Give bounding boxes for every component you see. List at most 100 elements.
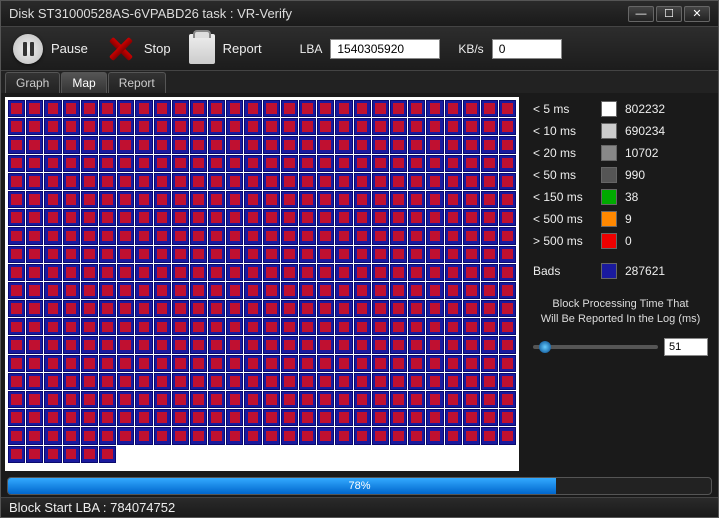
block-cell xyxy=(299,118,316,135)
block-cell xyxy=(99,336,116,353)
block-cell xyxy=(499,318,516,335)
block-cell xyxy=(117,264,134,281)
block-cell xyxy=(172,136,189,153)
block-cell xyxy=(445,318,462,335)
block-cell xyxy=(445,391,462,408)
block-cell xyxy=(463,282,480,299)
maximize-button[interactable]: ☐ xyxy=(656,6,682,22)
block-cell xyxy=(445,136,462,153)
block-cell xyxy=(208,300,225,317)
block-cell xyxy=(499,118,516,135)
block-cell xyxy=(281,246,298,263)
block-cell xyxy=(281,318,298,335)
block-cell xyxy=(190,373,207,390)
block-cell xyxy=(81,209,98,226)
block-cell xyxy=(408,118,425,135)
block-cell xyxy=(154,100,171,117)
block-cell xyxy=(63,300,80,317)
log-threshold-slider[interactable] xyxy=(533,345,658,349)
block-cell xyxy=(445,427,462,444)
block-cell xyxy=(408,409,425,426)
tab-map[interactable]: Map xyxy=(61,72,106,93)
block-cell xyxy=(335,246,352,263)
report-button[interactable]: Report xyxy=(189,34,262,64)
block-cell xyxy=(463,100,480,117)
block-cell xyxy=(81,136,98,153)
status-text: Block Start LBA : 784074752 xyxy=(9,500,175,515)
block-cell xyxy=(99,246,116,263)
stop-button[interactable]: Stop xyxy=(106,34,171,64)
block-cell xyxy=(426,264,443,281)
block-cell xyxy=(190,173,207,190)
block-cell xyxy=(426,136,443,153)
block-cell xyxy=(244,173,261,190)
minimize-button[interactable]: — xyxy=(628,6,654,22)
titlebar: Disk ST31000528AS-6VPABD26 task : VR-Ver… xyxy=(1,1,718,27)
block-cell xyxy=(154,209,171,226)
block-cell xyxy=(26,409,43,426)
log-threshold-input[interactable] xyxy=(664,338,708,356)
block-cell xyxy=(354,118,371,135)
block-cell xyxy=(372,300,389,317)
bads-swatch xyxy=(601,263,617,279)
block-cell xyxy=(63,136,80,153)
block-cell xyxy=(481,300,498,317)
block-cell xyxy=(8,264,25,281)
block-cell xyxy=(390,355,407,372)
block-cell xyxy=(135,336,152,353)
block-cell xyxy=(154,355,171,372)
block-cell xyxy=(117,136,134,153)
block-cell xyxy=(426,282,443,299)
block-cell xyxy=(244,136,261,153)
block-cell xyxy=(463,409,480,426)
block-cell xyxy=(426,427,443,444)
stop-label: Stop xyxy=(144,41,171,56)
kbs-input[interactable] xyxy=(492,39,562,59)
block-cell xyxy=(463,118,480,135)
close-button[interactable]: ✕ xyxy=(684,6,710,22)
block-cell xyxy=(299,318,316,335)
legend-label: < 150 ms xyxy=(533,190,593,204)
block-cell xyxy=(99,227,116,244)
block-cell xyxy=(263,355,280,372)
block-cell xyxy=(445,282,462,299)
kbs-label: KB/s xyxy=(458,42,483,56)
tab-graph[interactable]: Graph xyxy=(5,72,60,93)
lba-input[interactable] xyxy=(330,39,440,59)
legend-label: > 500 ms xyxy=(533,234,593,248)
block-cell xyxy=(99,100,116,117)
block-cell xyxy=(26,155,43,172)
block-cell xyxy=(244,355,261,372)
block-cell xyxy=(390,246,407,263)
pause-button[interactable]: Pause xyxy=(13,34,88,64)
block-cell xyxy=(117,336,134,353)
block-cell xyxy=(481,136,498,153)
block-cell xyxy=(154,300,171,317)
block-cell xyxy=(44,446,61,463)
block-cell xyxy=(226,318,243,335)
block-cell xyxy=(317,191,334,208)
block-cell xyxy=(317,282,334,299)
block-cell xyxy=(354,282,371,299)
block-cell xyxy=(354,300,371,317)
block-cell xyxy=(408,191,425,208)
block-cell xyxy=(481,318,498,335)
legend-swatch xyxy=(601,145,617,161)
block-cell xyxy=(317,246,334,263)
block-cell xyxy=(244,246,261,263)
block-cell xyxy=(135,118,152,135)
block-cell xyxy=(463,209,480,226)
block-cell xyxy=(154,155,171,172)
block-cell xyxy=(8,318,25,335)
block-cell xyxy=(44,409,61,426)
block-cell xyxy=(226,173,243,190)
tab-report[interactable]: Report xyxy=(108,72,166,93)
block-cell xyxy=(426,300,443,317)
block-cell xyxy=(172,118,189,135)
block-cell xyxy=(390,100,407,117)
block-cell xyxy=(299,427,316,444)
block-cell xyxy=(426,246,443,263)
block-cell xyxy=(99,300,116,317)
block-cell xyxy=(299,209,316,226)
block-cell xyxy=(226,391,243,408)
